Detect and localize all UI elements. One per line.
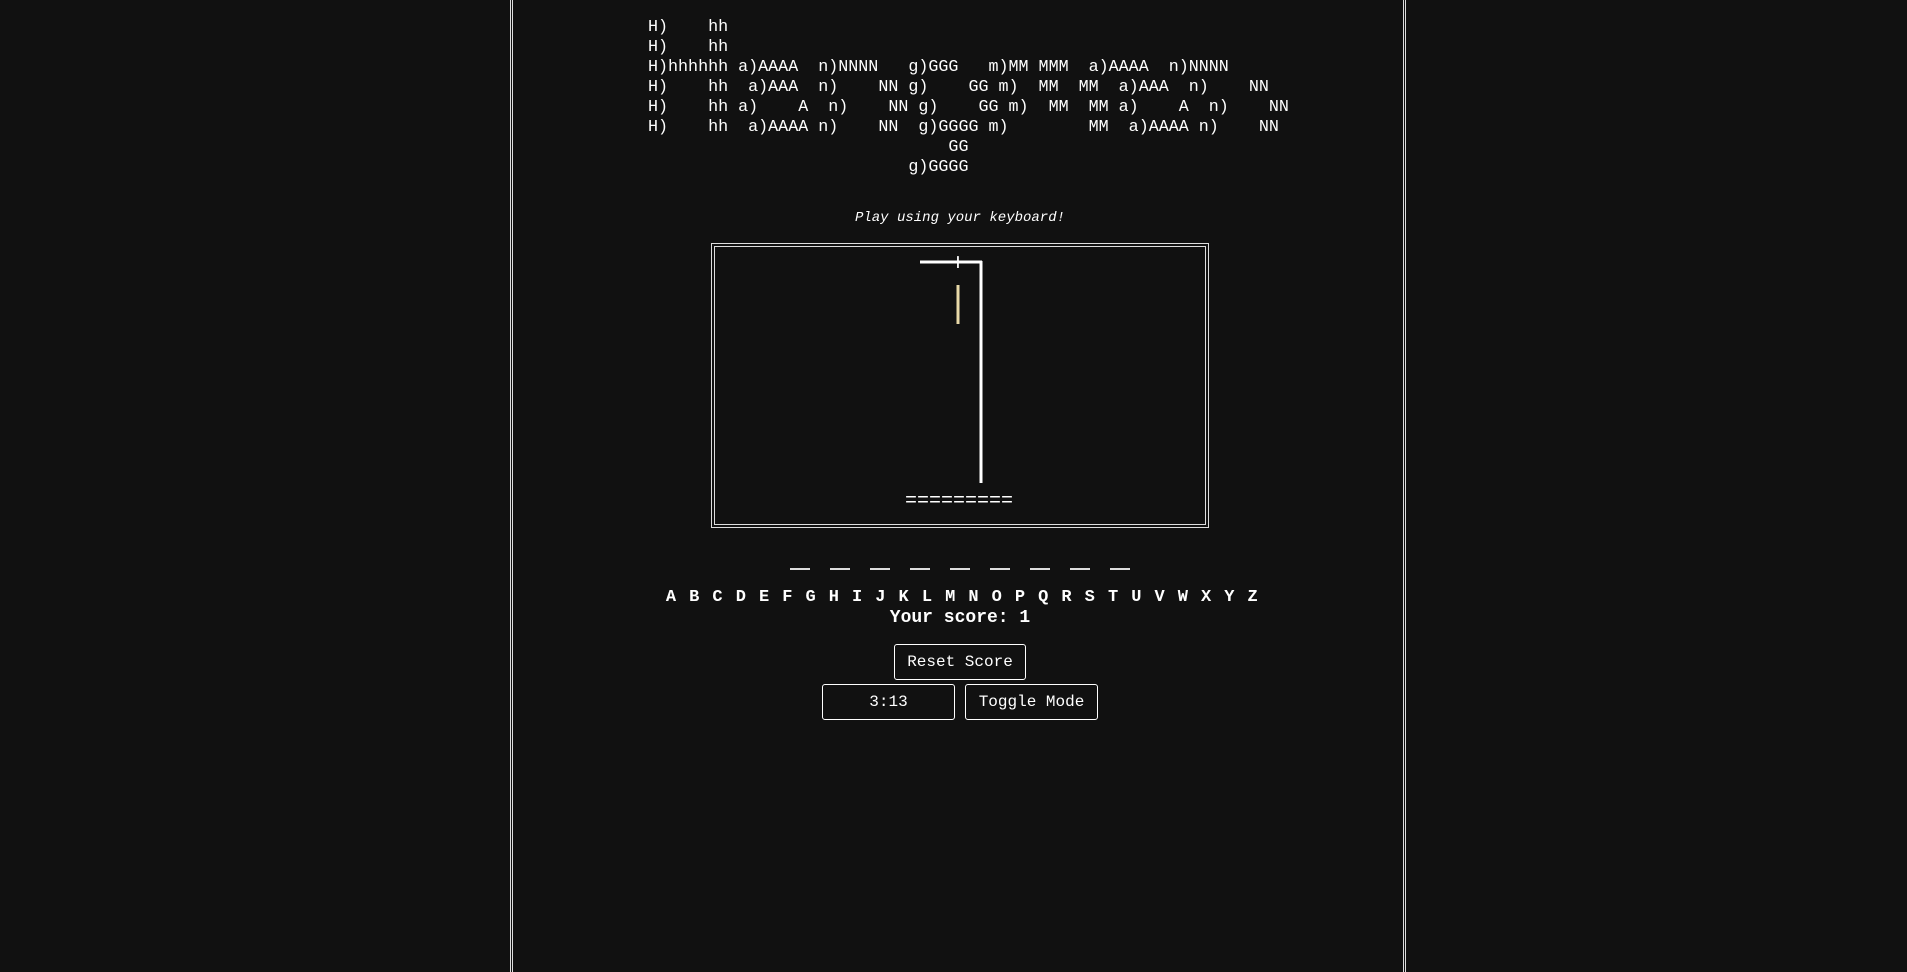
toggle-mode-button[interactable]: Toggle Mode	[965, 684, 1098, 720]
letter-key-e[interactable]: E	[755, 588, 773, 607]
letter-key-p[interactable]: P	[1011, 588, 1029, 607]
letter-key-f[interactable]: F	[778, 588, 796, 607]
letter-key-l[interactable]: L	[918, 588, 936, 607]
word-slot	[830, 552, 850, 570]
instruction-text: Play using your keyboard!	[854, 210, 1066, 226]
letter-key-z[interactable]: Z	[1244, 588, 1262, 607]
word-slot	[950, 552, 970, 570]
word-slot	[790, 552, 810, 570]
timer-display: 3:13	[822, 684, 955, 720]
letter-key-c[interactable]: C	[709, 588, 727, 607]
reset-score-button[interactable]: Reset Score	[894, 644, 1026, 680]
gallows-hook: +	[951, 251, 965, 278]
letter-key-h[interactable]: H	[825, 588, 843, 607]
word-slot	[1030, 552, 1050, 570]
ascii-logo: H) hh H) hh H)hhhhhh a)AAAA n)NNNN g)GGG…	[648, 18, 1289, 177]
word-slot	[990, 552, 1010, 570]
letter-key-d[interactable]: D	[732, 588, 750, 607]
hangman-board: + =========	[711, 243, 1209, 528]
letter-key-b[interactable]: B	[685, 588, 703, 607]
letter-key-o[interactable]: O	[988, 588, 1006, 607]
letter-key-u[interactable]: U	[1127, 588, 1145, 607]
page: H) hh H) hh H)hhhhhh a)AAAA n)NNNN g)GGG…	[0, 0, 1907, 972]
score-display: Your score: 1	[889, 608, 1031, 628]
word-slot	[870, 552, 890, 570]
letter-key-s[interactable]: S	[1081, 588, 1099, 607]
letter-key-k[interactable]: K	[895, 588, 913, 607]
letter-key-w[interactable]: W	[1174, 588, 1192, 607]
gallows-drawing: + =========	[905, 251, 1013, 513]
letter-keyboard: ABCDEFGHIJKLMNOPQRSTUVWXYZ	[662, 588, 1262, 607]
letter-key-v[interactable]: V	[1151, 588, 1169, 607]
letter-key-y[interactable]: Y	[1220, 588, 1238, 607]
gallows-floor: =========	[905, 490, 1013, 513]
letter-key-j[interactable]: J	[871, 588, 889, 607]
word-slots	[0, 551, 1907, 575]
letter-key-m[interactable]: M	[941, 588, 959, 607]
letter-key-r[interactable]: R	[1058, 588, 1076, 607]
letter-key-q[interactable]: Q	[1034, 588, 1052, 607]
letter-key-x[interactable]: X	[1197, 588, 1215, 607]
letter-key-t[interactable]: T	[1104, 588, 1122, 607]
word-slot	[1110, 552, 1130, 570]
word-slot	[1070, 552, 1090, 570]
letter-key-g[interactable]: G	[802, 588, 820, 607]
word-slot	[910, 552, 930, 570]
letter-key-i[interactable]: I	[848, 588, 866, 607]
letter-key-n[interactable]: N	[964, 588, 982, 607]
letter-key-a[interactable]: A	[662, 588, 680, 607]
